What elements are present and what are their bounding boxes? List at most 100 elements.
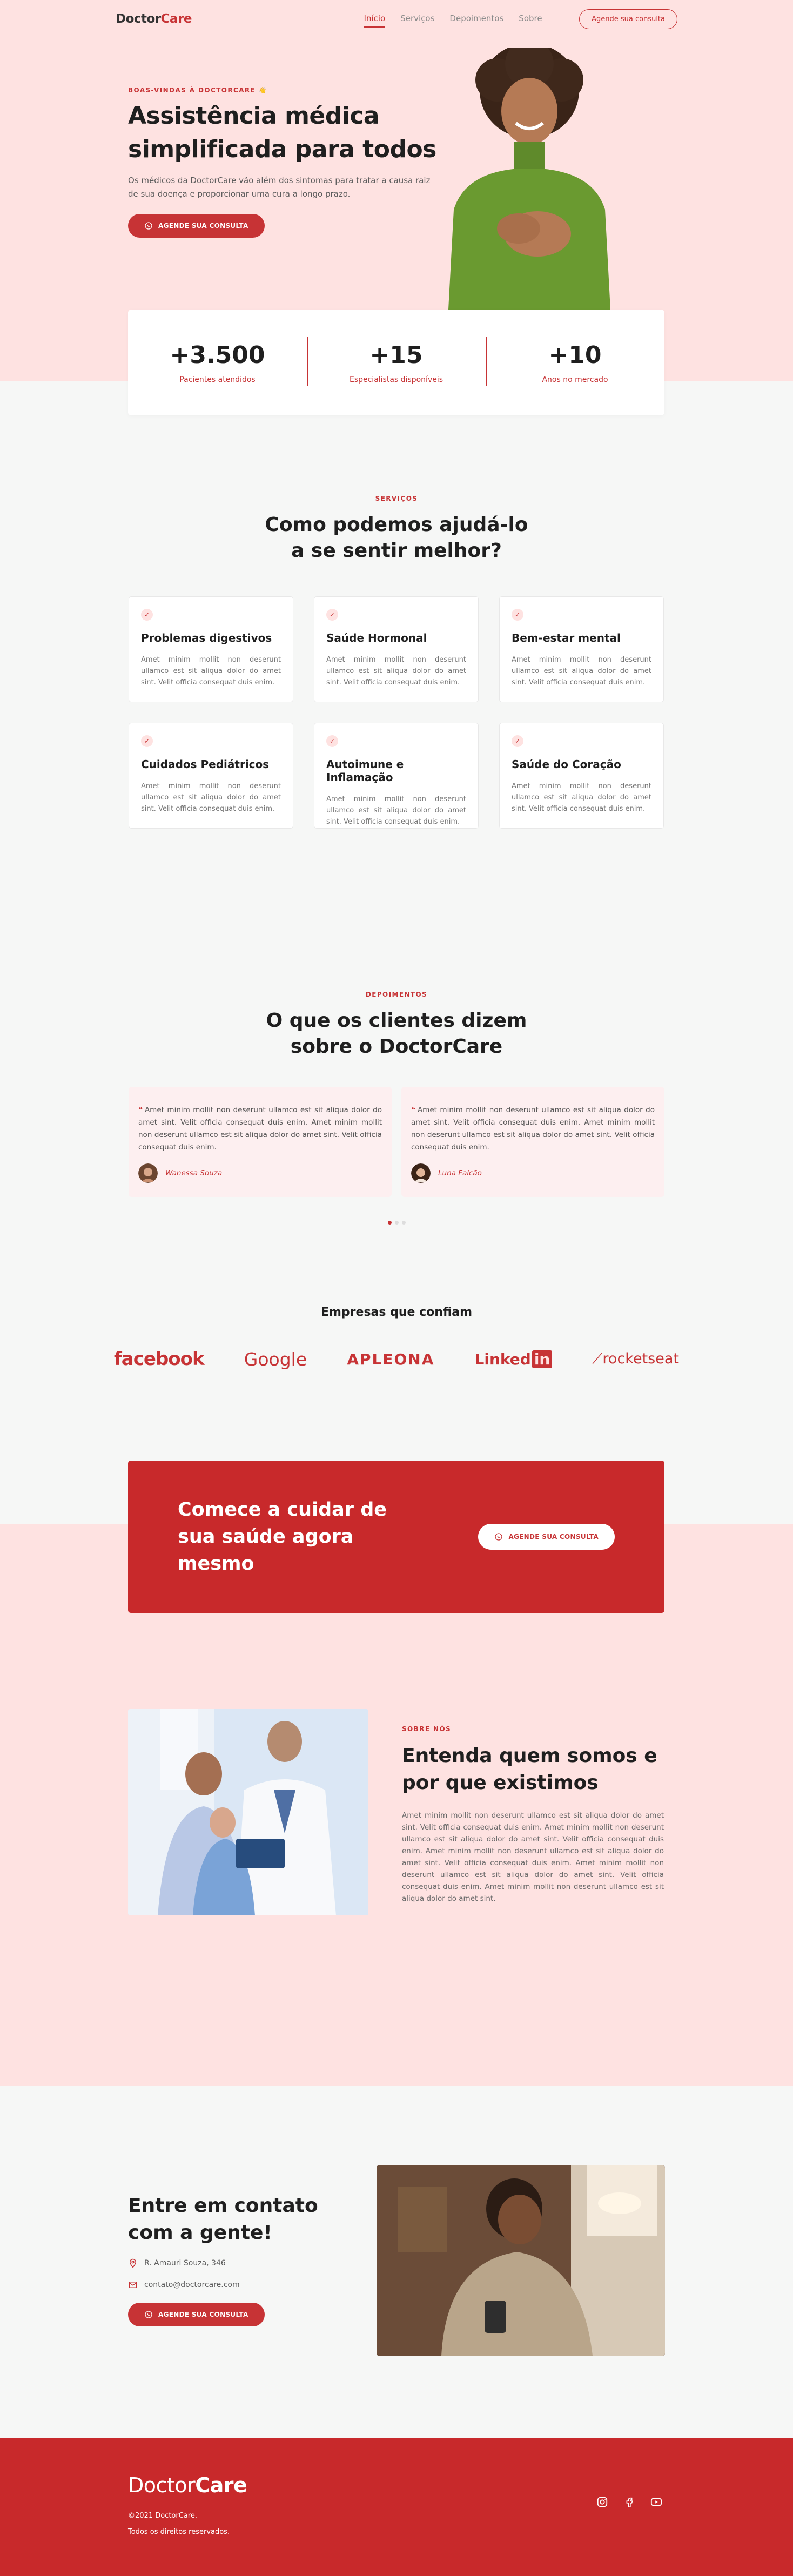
service-text: Amet minim mollit non deserunt ullamco e… [512, 656, 651, 687]
testimonial-quote: ❝ Amet minim mollit non deserunt ullamco … [138, 1104, 382, 1154]
rocketseat-logo: ⟋rocketseat [593, 1350, 679, 1368]
quote-icon: ❝ [411, 1106, 415, 1114]
contact-cta-button[interactable]: Agende sua consulta [128, 2303, 265, 2326]
contact-email: contato@doctorcare.com [128, 2280, 322, 2290]
services-title: Como podemos ajudá-lo a se sentir melhor? [0, 512, 793, 564]
mail-icon [129, 2282, 137, 2288]
rocket-icon: ⟋ [592, 1350, 603, 1367]
man-with-phone-image [377, 2165, 665, 2356]
service-text: Amet minim mollit non deserunt ullamco e… [141, 782, 281, 813]
whatsapp-icon [495, 1533, 503, 1541]
stats-panel: +3.500 Pacientes atendidos +15 Especiali… [128, 310, 664, 415]
youtube-icon[interactable] [650, 2496, 662, 2508]
facebook-icon[interactable] [623, 2496, 635, 2508]
logo-prefix: Doctor [116, 12, 161, 26]
author-name: Luna Falcão [438, 1169, 482, 1178]
about-content: Sobre nós Entenda quem somos e por que e… [402, 1725, 664, 1905]
service-text: Amet minim mollit non deserunt ullamco e… [326, 795, 466, 826]
service-title: Cuidados Pediátricos [141, 758, 270, 771]
pagination-dot[interactable] [394, 1221, 399, 1225]
service-text: Amet minim mollit non deserunt ullamco e… [141, 656, 281, 687]
avatar [138, 1163, 158, 1183]
pagination-dot[interactable] [401, 1221, 406, 1225]
about-section: Sobre nós Entenda quem somos e por que e… [0, 1709, 793, 2086]
stat-value: +10 [548, 341, 602, 369]
apleona-logo: APLEONA [347, 1350, 435, 1368]
services-title-line1: Como podemos ajudá-lo [265, 514, 528, 536]
testimonial-text: Amet minim mollit non deserunt ullamco e… [411, 1106, 655, 1152]
linkedin-logo: Linked in [475, 1350, 553, 1368]
hero-subtitle: Os médicos da DoctorCare vão além dos si… [128, 176, 431, 199]
footer-logo[interactable]: DoctorCare [128, 2473, 247, 2497]
check-icon: ✓ [326, 735, 338, 747]
whatsapp-icon [145, 222, 152, 230]
service-card: ✓ Saúde Hormonal Amet minim mollit non des… [314, 596, 479, 702]
service-text: Amet minim mollit non deserunt ullamco e… [512, 782, 651, 813]
nav-menu: Início Serviços Depoimentos Sobre [364, 10, 542, 28]
partner-logos: facebook Google APLEONA Linked in ⟋rocket… [114, 1348, 679, 1370]
hero-eyebrow: Boas-vindas à DoctorCare 👋 [128, 86, 268, 94]
address-text: R. Amauri Souza, 346 [144, 2259, 226, 2268]
testimonial-card: ❝ Amet minim mollit non deserunt ullamco … [129, 1087, 392, 1197]
cta-button[interactable]: Agende sua consulta [478, 1524, 615, 1550]
stat-label: Especialistas disponíveis [349, 375, 443, 384]
testimonials-title: O que os clientes dizem sobre o DoctorCar… [0, 1008, 793, 1060]
hero-title-line1: Assistência médica [128, 102, 380, 130]
footer-copyright: ©2021 DoctorCare. Todos os direitos rese… [128, 2508, 230, 2540]
nav-item-inicio[interactable]: Início [364, 10, 386, 28]
testimonial-author: Wanessa Souza [138, 1163, 382, 1183]
contact-section: Entre em contato com a gente! R. Amauri … [0, 2086, 793, 2438]
services-eyebrow: Serviços [375, 495, 418, 502]
header-cta-button[interactable]: Agende sua consulta [579, 9, 677, 29]
stat-label: Anos no mercado [542, 375, 608, 384]
services-section: Serviços Como podemos ajudá-lo a se senti… [0, 381, 793, 829]
contact-address: R. Amauri Souza, 346 [128, 2258, 322, 2268]
partners-section: Empresas que confiam facebook Google APL… [0, 1225, 793, 1370]
contact-title: Entre em contato com a gente! [128, 2195, 318, 2244]
facebook-logo: facebook [114, 1348, 205, 1370]
service-title: Bem-estar mental [512, 631, 621, 644]
doctor-family-image [128, 1709, 368, 1915]
service-card: ✓ Autoimune e Inflamação Amet minim mollit… [314, 723, 479, 829]
stat-value: +15 [369, 341, 423, 369]
testimonials-title-line2: sobre o DoctorCare [290, 1035, 503, 1058]
instagram-icon[interactable] [596, 2496, 608, 2508]
logo[interactable]: DoctorCare [116, 12, 192, 26]
map-pin-icon [129, 2258, 137, 2268]
hero-section: DoctorCare Início Serviços Depoimentos S… [0, 0, 793, 415]
nav-item-sobre[interactable]: Sobre [519, 10, 542, 28]
social-links [596, 2496, 662, 2508]
copyright-text: ©2021 DoctorCare. [128, 2512, 197, 2520]
author-name: Wanessa Souza [165, 1169, 223, 1178]
pagination-dot[interactable] [387, 1221, 392, 1225]
testimonials-carousel[interactable]: ❝ Amet minim mollit non deserunt ullamco … [129, 1087, 664, 1197]
stat-item: +10 Anos no mercado [486, 337, 664, 386]
email-text[interactable]: contato@doctorcare.com [144, 2281, 240, 2289]
check-icon: ✓ [512, 609, 523, 621]
service-card: ✓ Bem-estar mental Amet minim mollit non d… [499, 596, 664, 702]
hero-cta-button[interactable]: Agende sua consulta [128, 214, 265, 238]
nav-item-depoimentos[interactable]: Depoimentos [449, 10, 503, 28]
check-icon: ✓ [512, 735, 523, 747]
service-card: ✓ Saúde do Coração Amet minim mollit non d… [499, 723, 664, 829]
rights-text: Todos os direitos reservados. [128, 2528, 230, 2536]
stat-value: +3.500 [170, 341, 265, 369]
avatar [411, 1163, 431, 1183]
testimonial-author: Luna Falcão [411, 1163, 655, 1183]
services-grid: ✓ Problemas digestivos Amet minim mollit n… [129, 596, 664, 829]
service-text: Amet minim mollit non deserunt ullamco e… [326, 656, 466, 687]
hero-cta-label: Agende sua consulta [158, 222, 248, 230]
rocketseat-wordmark: rocketseat [602, 1350, 679, 1367]
whatsapp-icon [145, 2311, 152, 2318]
service-title: Saúde do Coração [512, 758, 621, 771]
testimonial-quote: ❝ Amet minim mollit non deserunt ullamco … [411, 1104, 655, 1154]
check-icon: ✓ [141, 609, 153, 621]
hero-content: Boas-vindas à DoctorCare 👋 Assistência m… [128, 86, 441, 238]
linkedin-wordmark: Linked [474, 1350, 531, 1368]
nav-item-servicos[interactable]: Serviços [400, 10, 434, 28]
hero-title: Assistência médica simplificada para todo… [128, 99, 441, 166]
logo-accent: Care [160, 12, 192, 26]
testimonial-text: Amet minim mollit non deserunt ullamco e… [138, 1106, 382, 1152]
service-title: Problemas digestivos [141, 631, 272, 644]
footer-logo-prefix: Doctor [128, 2473, 196, 2497]
